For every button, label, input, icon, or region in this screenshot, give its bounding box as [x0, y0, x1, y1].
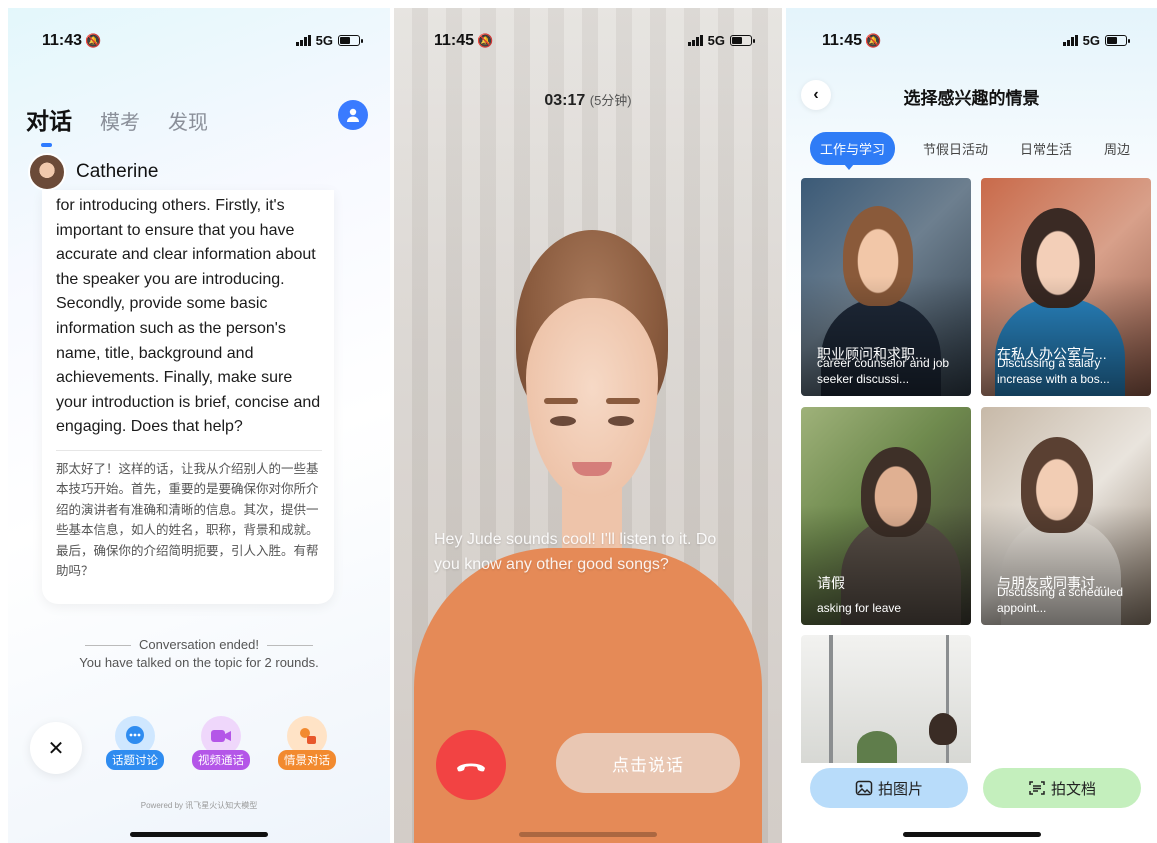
scenario-card[interactable]	[801, 635, 971, 763]
avatar-brow-right	[606, 398, 640, 404]
call-elapsed: 03:17	[544, 92, 586, 109]
scenario-card[interactable]: 与朋友或同事讨... Discussing a scheduled appoin…	[981, 407, 1151, 625]
divider	[56, 449, 322, 451]
speaker-header: Catherine	[28, 153, 158, 191]
message-english: for introducing others. Firstly, it's im…	[56, 197, 321, 436]
network-label: 5G	[1082, 33, 1100, 48]
network-label: 5G	[707, 33, 725, 48]
category-tab-work-study[interactable]: 工作与学习	[810, 132, 896, 170]
status-bar: 11:43 🔕 5G	[8, 8, 390, 56]
battery-icon	[338, 35, 363, 46]
close-icon: ✕	[47, 737, 65, 760]
take-photo-button[interactable]: 拍图片	[810, 768, 968, 808]
signal-icon	[1062, 35, 1078, 46]
phone-hangup-icon	[457, 763, 485, 772]
scenario-card[interactable]: 请假 asking for leave	[801, 407, 971, 625]
live-subtitle: Hey Jude sounds cool! I'll listen to it.…	[434, 531, 717, 573]
battery-icon	[1105, 35, 1130, 46]
scenario-card[interactable]: 职业顾问和求职... career counselor and job seek…	[801, 178, 971, 396]
speaker-name: Catherine	[76, 161, 159, 182]
close-button[interactable]: ✕	[30, 722, 82, 774]
topic-discussion-button[interactable]: 话题讨论	[100, 716, 170, 770]
mute-icon: 🔕	[865, 33, 882, 48]
category-tabs: 工作与学习 节假日活动 日常生活 周边	[810, 132, 1130, 170]
tab-chat[interactable]: 对话	[26, 102, 72, 147]
ended-detail: You have talked on the topic for 2 round…	[79, 655, 319, 670]
call-timer: 03:17 (5分钟)	[394, 90, 782, 110]
mute-icon: 🔕	[477, 33, 494, 48]
powered-by: Powered by 讯飞星火认知大模型	[140, 801, 258, 810]
scan-document-icon	[1029, 781, 1045, 795]
scenario-select-screen: 11:45 🔕 5G ‹ 选择感兴趣的情景 工作与学习 节假日活动 日常生活 周边…	[786, 8, 1157, 843]
scan-document-button[interactable]: 拍文档	[983, 768, 1141, 808]
signal-icon	[687, 35, 703, 46]
card-subtitle: Discussing a scheduled appoint...	[997, 585, 1124, 615]
tab-discover[interactable]: 发现	[168, 106, 208, 135]
category-tab-nearby[interactable]: 周边	[1104, 139, 1130, 158]
hang-up-button[interactable]	[436, 730, 506, 800]
scan-document-label: 拍文档	[1050, 780, 1096, 798]
video-call-label: 视频通话	[192, 750, 250, 770]
status-time: 11:45	[434, 32, 475, 49]
tap-to-talk-button[interactable]: 点击说话	[556, 733, 740, 793]
message-bubble: for introducing others. Firstly, it's im…	[42, 190, 334, 604]
home-indicator	[130, 832, 268, 837]
avatar-eye-left	[550, 416, 576, 426]
mute-icon: 🔕	[85, 33, 102, 48]
signal-icon	[295, 35, 311, 46]
take-photo-label: 拍图片	[877, 780, 923, 798]
avatar-mouth	[572, 462, 612, 476]
video-call-button[interactable]: 视频通话	[186, 716, 256, 770]
top-tabs: 对话 模考 发现	[26, 102, 208, 147]
call-limit: (5分钟)	[589, 93, 632, 108]
battery-icon	[730, 35, 755, 46]
scenario-dialogue-button[interactable]: 情景对话	[272, 716, 342, 770]
user-icon	[347, 108, 359, 122]
chat-screen: 11:43 🔕 5G 对话 模考 发现 Catherine for introdu…	[8, 8, 390, 843]
page-title: 选择感兴趣的情景	[903, 89, 1040, 108]
status-bar: 11:45 🔕 5G	[394, 8, 782, 56]
status-time: 11:43	[42, 32, 83, 49]
profile-button[interactable]	[338, 100, 368, 130]
card-title: 请假	[817, 575, 845, 591]
avatar-brow-left	[544, 398, 578, 404]
card-subtitle: asking for leave	[817, 601, 902, 615]
avatar	[28, 153, 66, 191]
card-subtitle: career counselor and job seeker discussi…	[817, 356, 950, 386]
card-subtitle: Discussing a salary increase with a bos.…	[997, 356, 1110, 386]
category-tab-holidays[interactable]: 节假日活动	[923, 139, 988, 158]
status-bar: 11:45 🔕 5G	[786, 8, 1157, 56]
video-call-screen: 11:45 🔕 5G 03:17 (5分钟) Hey Jude sounds co…	[394, 8, 782, 843]
ended-title: Conversation ended!	[139, 637, 259, 652]
topic-discussion-label: 话题讨论	[106, 750, 164, 770]
home-indicator	[519, 832, 657, 837]
scenario-card[interactable]: 在私人办公室与... Discussing a salary increase …	[981, 178, 1151, 396]
message-chinese: 那太好了！这样的话，让我从介绍别人的一些基本技巧开始。首先，重要的是要确保你对你…	[56, 461, 319, 579]
avatar-eye-right	[608, 416, 634, 426]
status-time: 11:45	[822, 32, 863, 49]
conversation-ended-notice: Conversation ended! You have talked on t…	[8, 636, 390, 672]
home-indicator	[902, 832, 1041, 837]
category-tab-daily-life[interactable]: 日常生活	[1020, 139, 1072, 158]
tab-mock-exam[interactable]: 模考	[100, 106, 140, 135]
image-icon	[855, 780, 873, 796]
network-label: 5G	[315, 33, 333, 48]
scenario-dialogue-label: 情景对话	[278, 750, 336, 770]
